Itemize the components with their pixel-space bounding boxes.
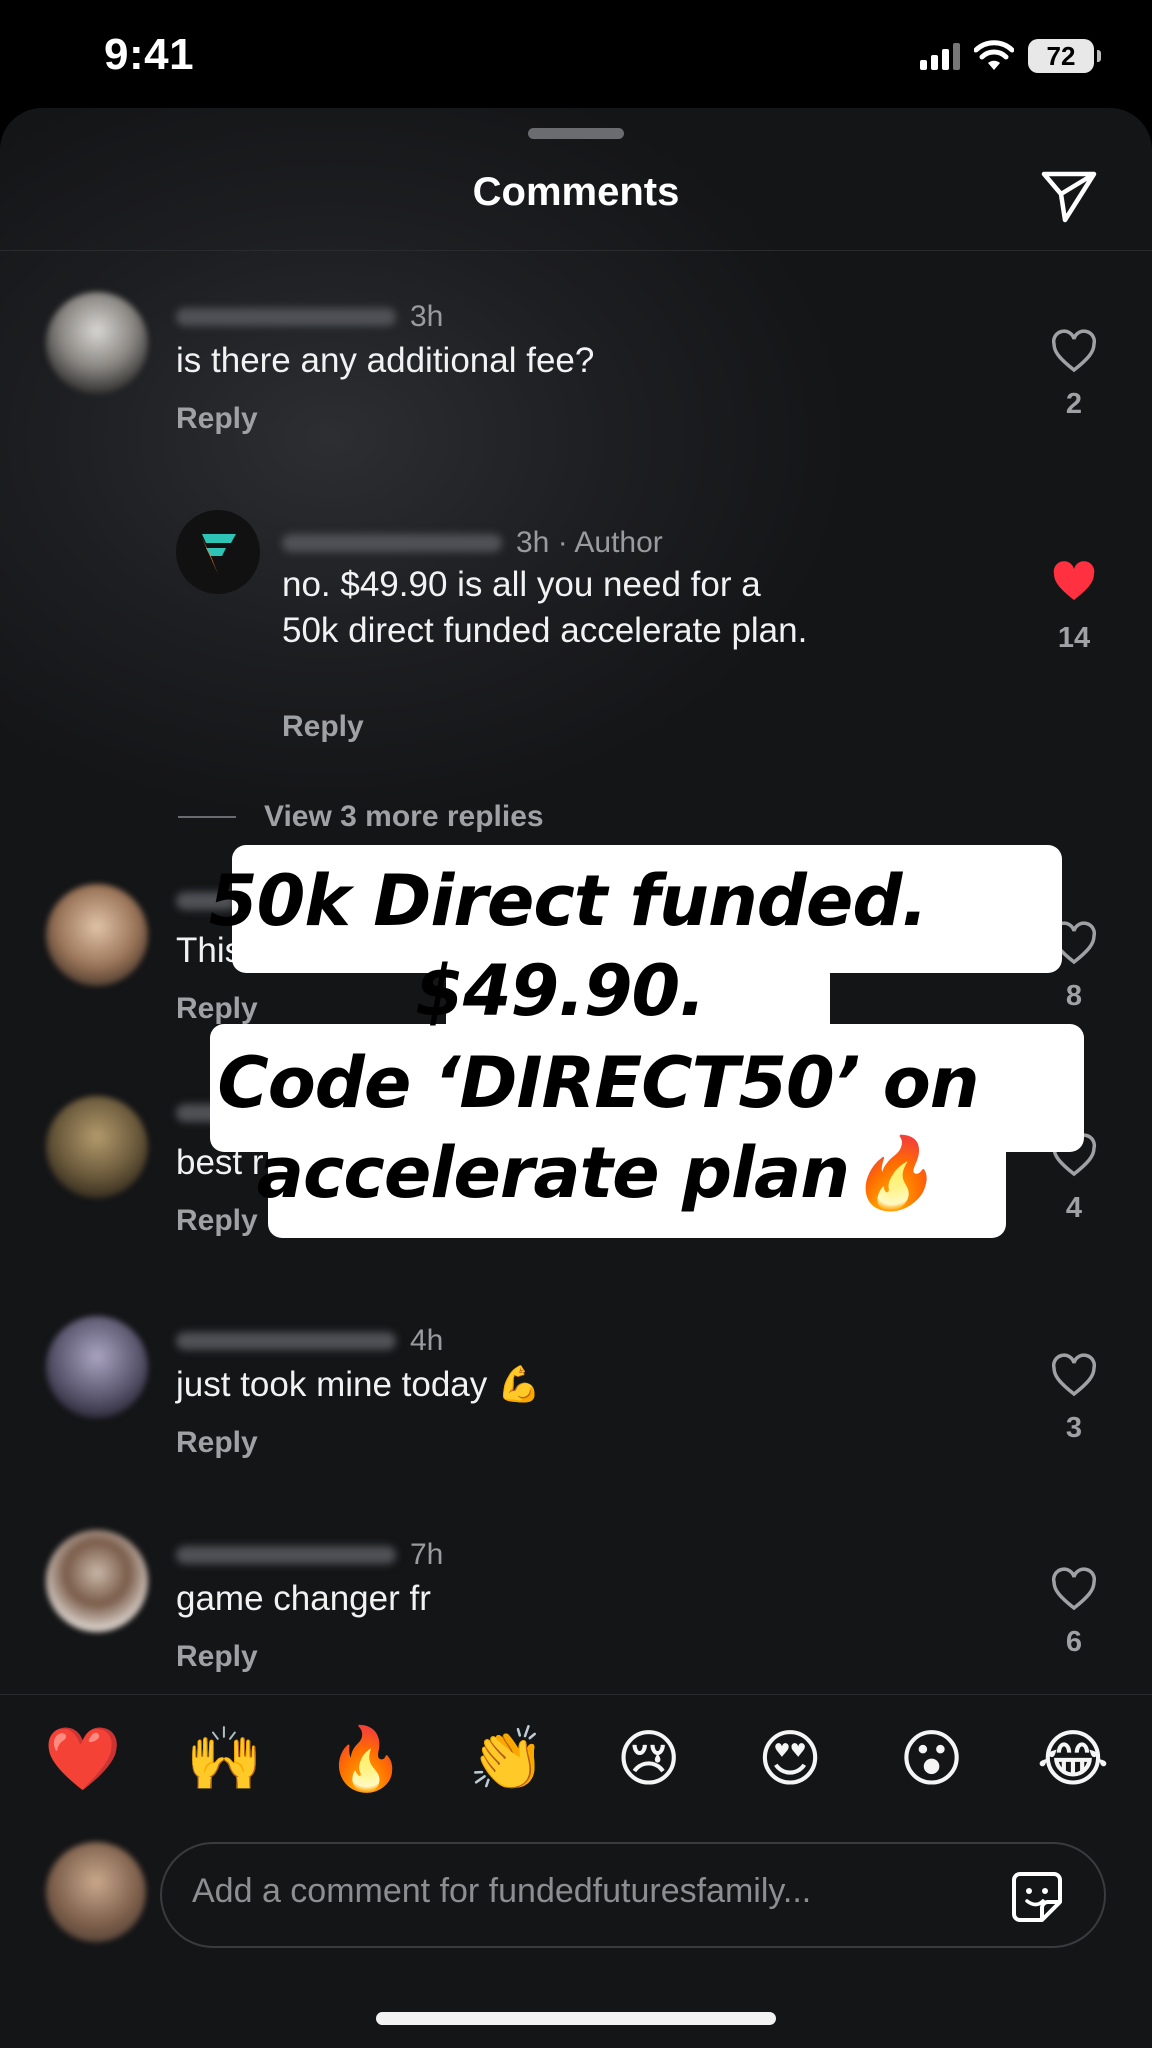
reply-button[interactable]: Reply <box>176 1426 258 1460</box>
comment-item: 3h is there any additional fee? Reply 2 <box>0 284 1152 454</box>
username-blurred[interactable] <box>176 1332 396 1350</box>
status-bar: 9:41 72 <box>0 0 1152 110</box>
battery-icon: 72 <box>1028 39 1101 73</box>
reply-button[interactable]: Reply <box>176 1204 258 1238</box>
comment-text: This <box>176 931 243 970</box>
comment-text: is there any additional fee? <box>176 341 595 380</box>
comment-meta: 3h <box>176 300 443 334</box>
heart-icon[interactable] <box>1050 1566 1098 1614</box>
username-blurred[interactable] <box>176 892 236 910</box>
comment-meta: 3h · Author <box>282 526 663 560</box>
heart-icon[interactable] <box>1050 1132 1098 1180</box>
like-count: 2 <box>1065 388 1083 420</box>
reply-button[interactable]: Reply <box>176 1640 258 1674</box>
like-count: 8 <box>1065 980 1083 1012</box>
comment-item: This Reply 8 <box>0 876 1152 1046</box>
comment-text: best r <box>176 1143 264 1182</box>
comment-time: 4h <box>410 1324 444 1357</box>
username-blurred[interactable] <box>176 1546 396 1564</box>
status-icons: 72 <box>920 36 1101 76</box>
view-more-line <box>178 816 236 818</box>
like-count: 14 <box>1057 622 1091 654</box>
reply-button[interactable]: Reply <box>176 402 258 436</box>
wifi-icon <box>974 40 1014 70</box>
comment-text: game changer fr <box>176 1579 431 1618</box>
header-divider <box>0 250 1152 251</box>
comment-text: just took mine today 💪 <box>176 1365 541 1404</box>
author-avatar[interactable] <box>176 510 260 594</box>
comment-item: 4h just took mine today 💪 Reply 3 <box>0 1308 1152 1478</box>
avatar[interactable] <box>46 1316 148 1418</box>
view-more-replies[interactable]: View 3 more replies <box>178 800 544 834</box>
comment-item: best r Reply 4 <box>0 1088 1152 1258</box>
comments-sheet: Comments 3h is there any additional fee?… <box>0 108 1152 2048</box>
heart-icon[interactable] <box>1050 328 1098 376</box>
battery-level: 72 <box>1046 40 1076 71</box>
status-time: 9:41 <box>104 30 195 79</box>
comment-time: 3h · Author <box>516 526 663 559</box>
emoji-reaction-bar: ❤️ 🙌 🔥 👏 😢 😍 😮 😂 <box>28 1724 1128 1796</box>
comment-item: 7h game changer fr Reply 6 <box>0 1522 1152 1692</box>
comment-text: no. $49.90 is all you need for a 50k dir… <box>282 565 808 650</box>
like-count: 6 <box>1065 1626 1083 1658</box>
brand-logo-icon <box>202 534 236 574</box>
heart-icon[interactable] <box>1050 920 1098 968</box>
comment-meta: 7h <box>176 1538 443 1572</box>
comment-meta <box>176 892 250 910</box>
view-more-label: View 3 more replies <box>264 800 544 833</box>
comment-input[interactable] <box>192 1872 972 1911</box>
emoji-divider <box>0 1694 1152 1695</box>
comment-time: 7h <box>410 1538 444 1571</box>
share-icon[interactable] <box>1038 164 1100 226</box>
home-indicator <box>376 2012 776 2025</box>
username-blurred[interactable] <box>176 1104 236 1122</box>
comment-time: 3h <box>410 300 444 333</box>
heart-icon[interactable] <box>1050 1352 1098 1400</box>
emoji-heart-eyes[interactable]: 😍 <box>735 1724 845 1796</box>
comment-reply-item: 3h · Author no. $49.90 is all you need f… <box>0 508 1152 768</box>
avatar[interactable] <box>46 1096 148 1198</box>
comment-meta: 4h <box>176 1324 443 1358</box>
emoji-surprised[interactable]: 😮 <box>877 1724 987 1796</box>
emoji-heart[interactable]: ❤️ <box>28 1724 138 1796</box>
username-blurred[interactable] <box>176 308 396 326</box>
reply-button[interactable]: Reply <box>176 992 258 1026</box>
avatar[interactable] <box>46 1530 148 1632</box>
heart-filled-icon[interactable] <box>1050 558 1098 606</box>
avatar[interactable] <box>46 292 148 394</box>
username-blurred[interactable] <box>282 534 502 552</box>
avatar[interactable] <box>46 884 148 986</box>
emoji-crying[interactable]: 😢 <box>594 1724 704 1796</box>
current-user-avatar[interactable] <box>46 1842 146 1942</box>
comment-composer[interactable] <box>160 1842 1106 1948</box>
comment-meta <box>176 1104 250 1122</box>
sticker-icon[interactable] <box>1010 1870 1064 1924</box>
emoji-fire[interactable]: 🔥 <box>311 1724 421 1796</box>
cellular-signal-icon <box>920 42 960 70</box>
sheet-grabber[interactable] <box>528 128 624 139</box>
emoji-raised-hands[interactable]: 🙌 <box>169 1724 279 1796</box>
emoji-laughing[interactable]: 😂 <box>1018 1724 1128 1796</box>
like-count: 3 <box>1065 1412 1083 1444</box>
like-count: 4 <box>1065 1192 1083 1224</box>
sheet-title: Comments <box>472 170 680 214</box>
reply-button[interactable]: Reply <box>282 710 364 744</box>
emoji-clap[interactable]: 👏 <box>452 1724 562 1796</box>
